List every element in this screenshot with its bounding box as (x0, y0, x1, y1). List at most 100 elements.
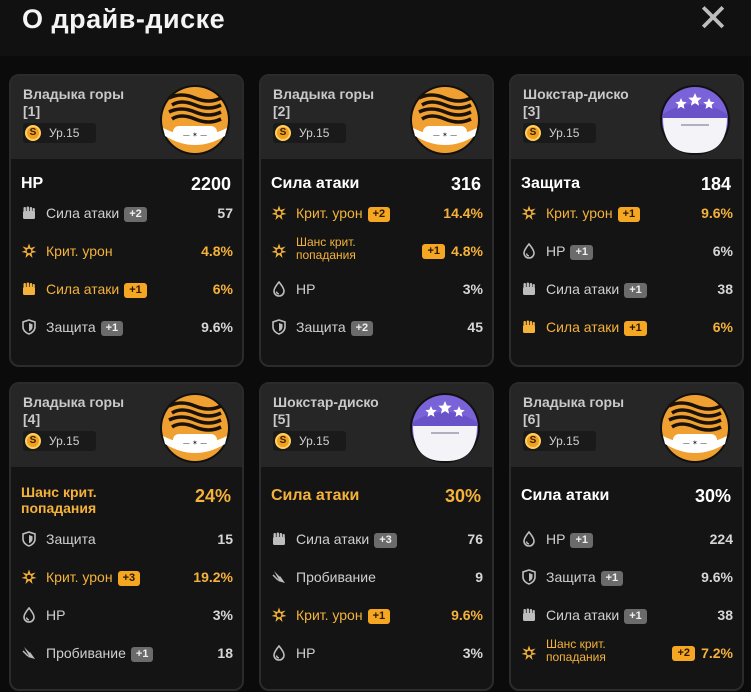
main-stat-label: Шанс крит. попадания (21, 484, 97, 516)
dialog-header: О драйв-диске ✕ (0, 0, 751, 56)
sub-stat-name: HP (46, 607, 66, 623)
level-badge: S Ур.15 (523, 431, 596, 451)
sub-stat-value: 4.8% (451, 243, 483, 259)
upgrade-badge: +1 (570, 245, 593, 260)
sub-stat-name: Крит. урон (296, 607, 363, 623)
close-icon[interactable]: ✕ (696, 0, 730, 38)
tiger-disc-icon: — ✶ — (409, 84, 481, 156)
level-badge: S Ур.15 (523, 123, 596, 143)
rank-s-icon: S (25, 433, 41, 449)
pierce-icon (21, 645, 37, 661)
sub-stat-value: 9 (475, 569, 483, 585)
svg-text:— ✶ —: — ✶ — (183, 131, 207, 139)
sub-stat-label: HP (296, 280, 315, 298)
svg-text:— ✶ —: — ✶ — (683, 439, 707, 447)
sub-stat: Защита +1 9.6% (521, 566, 733, 588)
shield-icon (271, 319, 287, 335)
sub-stat-label: Защита +1 (546, 568, 624, 586)
disc-name: Владыка горы [1] (23, 86, 163, 120)
drive-disc-card[interactable]: Шокстар-диско [3] S Ур.15 Защита 184 Крит. ур… (509, 74, 744, 367)
level-text: Ур.15 (549, 126, 580, 140)
sub-stat-name: Пробивание (46, 645, 126, 661)
sub-stat: HP +1 6% (521, 240, 733, 262)
shield-icon (21, 319, 37, 335)
fist-icon (21, 205, 37, 221)
sub-stat-label: Крит. урон +1 (546, 204, 641, 222)
upgrade-badge: +1 (100, 321, 124, 336)
disc-slot: [5] (273, 411, 291, 427)
fist-icon (521, 281, 537, 297)
sub-stat-label: Крит. урон +1 (296, 606, 391, 624)
upgrade-badge: +3 (117, 571, 141, 586)
sub-stat-name: Защита (546, 569, 596, 585)
main-stat-value: 24% (194, 486, 231, 506)
upgrade-badge: +1 (124, 283, 147, 298)
disc-name: Владыка горы [6] (523, 394, 663, 428)
upgrade-badge: +2 (350, 321, 374, 336)
main-stat-value: 316 (450, 174, 481, 194)
rank-s-icon: S (275, 125, 291, 141)
drop-icon (521, 530, 537, 547)
shield-icon (21, 531, 37, 547)
sub-stat: Сила атаки +1 6% (521, 316, 733, 338)
sub-stat: Пробивание 9 (271, 566, 483, 588)
drive-disc-card[interactable]: Владыка горы [1] S Ур.15 — ✶ — HP 2200 Сила а… (9, 74, 244, 367)
sub-stat-name: Шанс крит. попадания (546, 637, 606, 664)
drive-disc-card[interactable]: Владыка горы [6] S Ур.15 — ✶ — Сила атаки 30… (509, 382, 744, 691)
sub-stat: Сила атаки +1 38 (521, 604, 733, 626)
sub-stat-value: 6% (212, 281, 233, 297)
crit-icon (521, 645, 537, 661)
crit-icon (271, 243, 287, 259)
drop-icon (521, 242, 537, 259)
upgrade-badge: +2 (124, 207, 147, 222)
upgrade-badge: +1 (570, 533, 593, 548)
sub-stat-name: HP (296, 645, 316, 661)
sub-stat: Крит. урон 4.8% (21, 240, 233, 262)
level-text: Ур.15 (299, 434, 330, 448)
sub-stat-value: 3% (212, 607, 233, 623)
sub-stat: HP +1 224 (521, 528, 733, 550)
sub-stat-value: 9.6% (451, 607, 483, 623)
sub-stat-label: HP (296, 644, 315, 662)
disc-set-name: Владыка горы (273, 86, 375, 102)
dialog-title: О драйв-диске (22, 4, 226, 34)
drive-disc-card[interactable]: Шокстар-диско [5] S Ур.15 Сила атаки 30% Сила… (259, 382, 494, 691)
sub-stat-value: 3% (462, 281, 483, 297)
fist-icon (271, 531, 287, 547)
drive-disc-card[interactable]: Владыка горы [2] S Ур.15 — ✶ — Сила атаки 31… (259, 74, 494, 367)
sub-stat-label: Шанс крит. попадания (296, 236, 374, 262)
disc-set-name: Владыка горы (523, 394, 625, 410)
sub-stat-label: Сила атаки +2 (46, 204, 147, 222)
disc-set-name: Владыка горы (23, 86, 125, 102)
level-text: Ур.15 (49, 434, 80, 448)
sub-stat-label: Защита +2 (296, 318, 374, 336)
sub-stat-name: Шанс крит. попадания (296, 235, 356, 262)
sub-stat-name: Крит. урон (46, 243, 113, 259)
upgrade-badge: +1 (422, 244, 445, 259)
drive-disc-card[interactable]: Владыка горы [4] S Ур.15 — ✶ — Шанс крит. п… (9, 382, 244, 691)
sub-stat: Сила атаки +2 57 (21, 202, 233, 224)
tiger-disc-icon: — ✶ — (159, 392, 231, 464)
sub-stat-label: Сила атаки +1 (546, 318, 647, 336)
rank-s-icon: S (525, 433, 541, 449)
main-stat-value: 184 (700, 174, 731, 194)
sub-stat-label: Сила атаки +1 (546, 280, 647, 298)
sub-stat-name: Сила атаки (46, 281, 120, 297)
sub-stat-label: Защита +1 (46, 318, 124, 336)
sub-stat: Защита 15 (21, 528, 233, 550)
crit-icon (271, 607, 287, 623)
level-text: Ур.15 (299, 126, 330, 140)
crit-icon (521, 205, 537, 221)
sub-stat-label: Сила атаки +1 (546, 606, 647, 624)
sub-stat-label: Сила атаки +3 (296, 530, 397, 548)
disc-set-name: Владыка горы (23, 394, 125, 410)
disc-slot: [6] (523, 411, 541, 427)
main-stat: Сила атаки 316 (271, 174, 481, 198)
main-stat-label: Сила атаки (271, 487, 360, 504)
main-stat: Сила атаки 30% (271, 486, 481, 510)
disc-name: Владыка горы [2] (273, 86, 413, 120)
shield-icon (521, 569, 537, 585)
upgrade-badge: +2 (367, 207, 391, 222)
sub-stat-name: Защита (296, 319, 346, 335)
sub-stat: Крит. урон +2 14.4% (271, 202, 483, 224)
